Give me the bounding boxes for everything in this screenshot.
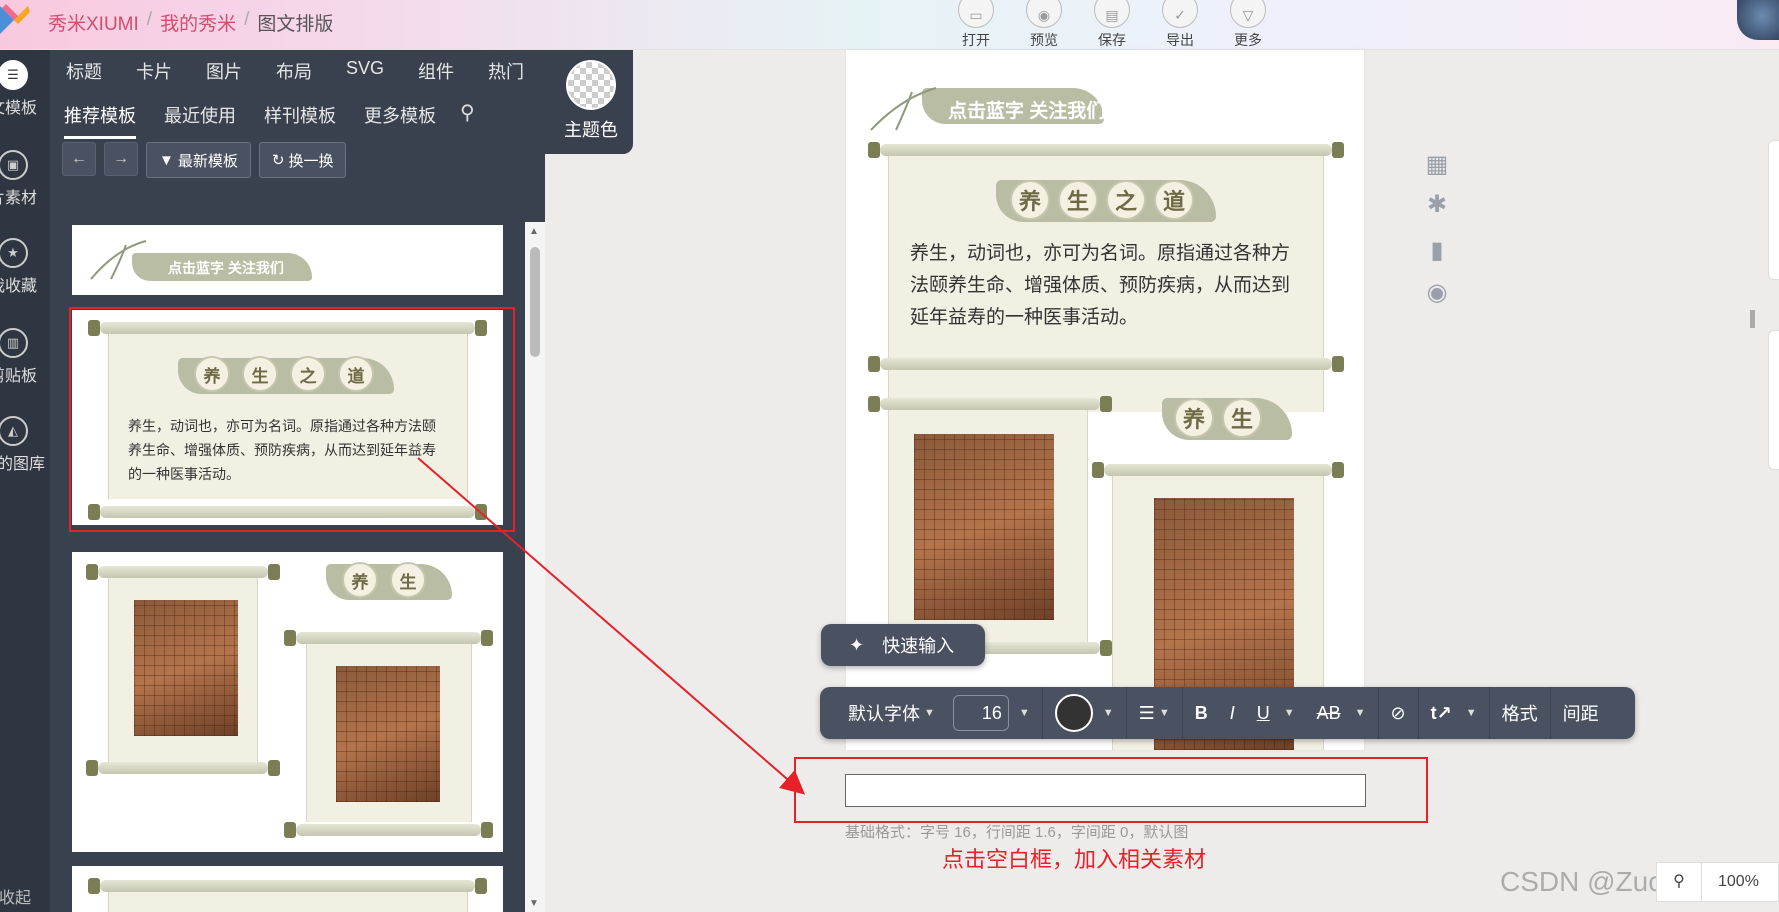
zoom-control[interactable]: ⚲ 100% <box>1656 862 1779 902</box>
arrow-line <box>417 457 806 795</box>
zoom-icon[interactable]: ⚲ <box>1657 862 1702 902</box>
annotation-arrow <box>417 457 806 795</box>
